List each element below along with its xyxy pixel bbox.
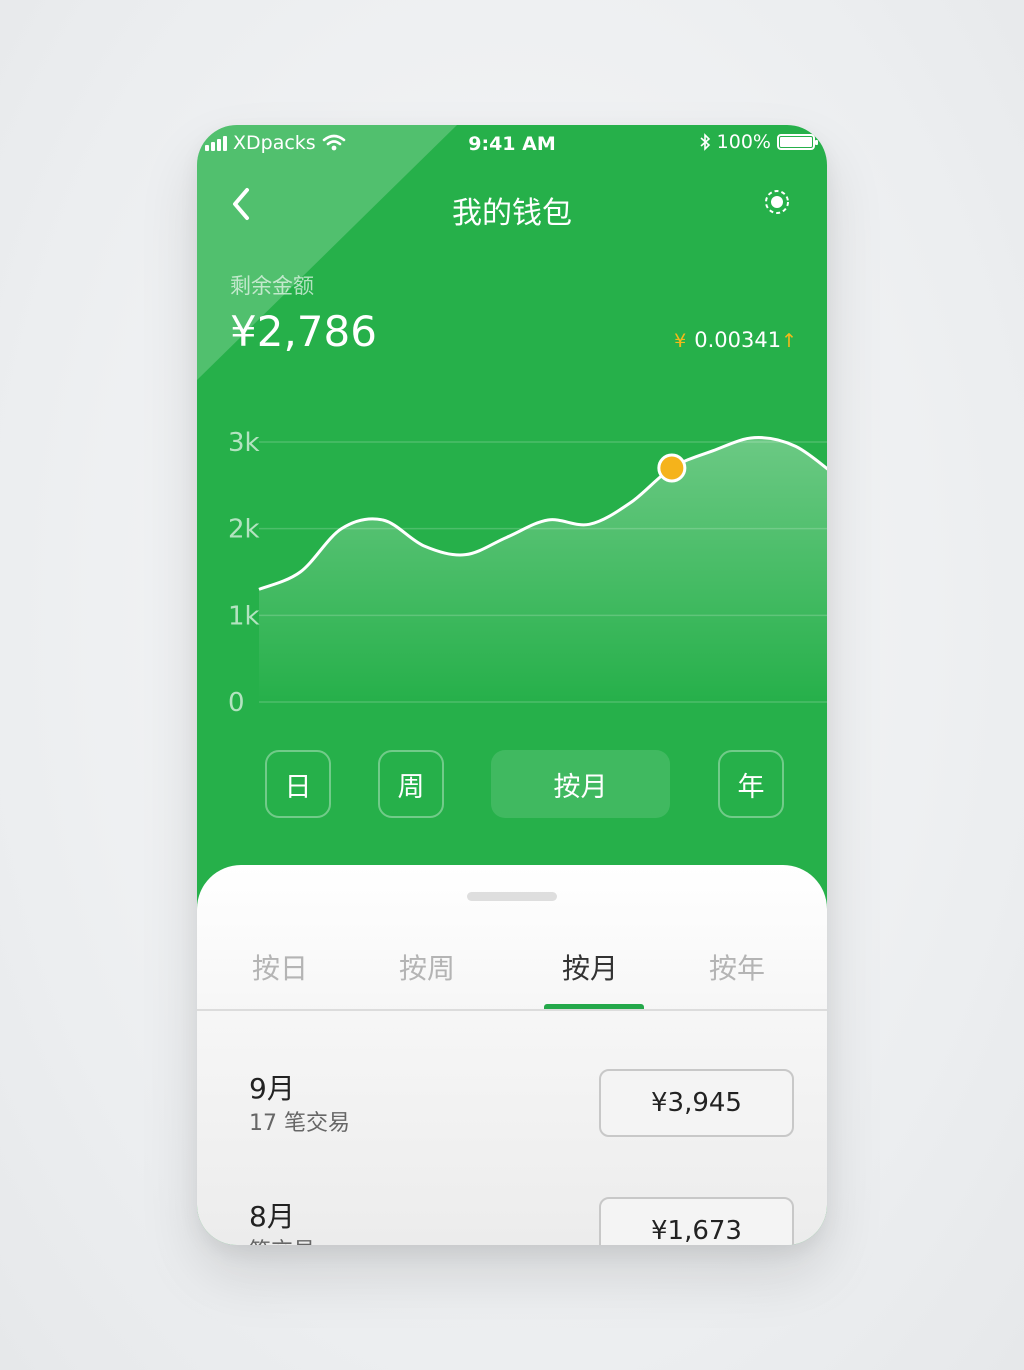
chart-area bbox=[259, 437, 827, 702]
row-count: 17 笔交易 bbox=[249, 1111, 350, 1136]
row-amount-button[interactable]: ¥3,945 bbox=[599, 1069, 794, 1137]
page-title: 我的钱包 bbox=[452, 196, 572, 231]
balance-amount: ¥2,786 bbox=[230, 307, 377, 356]
row-month: 8月 bbox=[249, 1200, 295, 1233]
balance-label: 剩余金额 bbox=[230, 274, 314, 298]
change-value: 0.00341 bbox=[694, 328, 782, 352]
up-arrow-icon: ↑ bbox=[781, 330, 797, 352]
tab-by-week[interactable]: 按周 bbox=[352, 947, 502, 987]
tab-by-month[interactable]: 按月 bbox=[515, 947, 665, 987]
battery-icon bbox=[777, 134, 818, 150]
status-right: 100% bbox=[699, 131, 818, 153]
period-month-button[interactable]: 按月 bbox=[491, 750, 670, 818]
y-tick-label: 0 bbox=[228, 688, 245, 718]
row-month: 9月 bbox=[249, 1072, 295, 1105]
list-item[interactable]: 9月 17 笔交易 ¥3,945 bbox=[197, 1067, 827, 1157]
tab-bar: 按日 按周 按月 按年 bbox=[197, 947, 827, 1009]
row-count: 笔交易 bbox=[249, 1233, 315, 1245]
tab-by-year[interactable]: 按年 bbox=[662, 947, 812, 987]
y-tick-label: 3k bbox=[228, 428, 260, 458]
status-bar: XDpacks 9:41 AM 100% bbox=[197, 125, 827, 161]
change-currency: ¥ bbox=[674, 330, 687, 352]
chart-highlight-point[interactable] bbox=[657, 453, 687, 483]
balance-chart: 3k 2k 1k 0 bbox=[228, 428, 827, 718]
navigation-bar: 我的钱包 bbox=[197, 180, 827, 231]
settings-target-icon[interactable] bbox=[763, 188, 791, 216]
sheet-drag-handle[interactable] bbox=[467, 892, 557, 901]
y-tick-label: 1k bbox=[228, 601, 260, 631]
phone-frame: XDpacks 9:41 AM 100% 我的钱包 剩余金额 ¥2,786 ¥ … bbox=[197, 125, 827, 1245]
transactions-sheet: 按日 按周 按月 按年 9月 17 笔交易 ¥3,945 8月 笔交易 ¥1,6… bbox=[197, 865, 827, 1245]
period-week-button[interactable]: 周 bbox=[378, 750, 444, 818]
balance-change: ¥ 0.00341 ↑ bbox=[674, 328, 797, 352]
bluetooth-icon bbox=[700, 133, 710, 151]
tab-by-day[interactable]: 按日 bbox=[205, 947, 355, 987]
list-item[interactable]: 8月 笔交易 ¥1,673 bbox=[197, 1195, 827, 1245]
y-tick-label: 2k bbox=[228, 515, 260, 545]
battery-percent: 100% bbox=[716, 131, 771, 153]
row-amount-button[interactable]: ¥1,673 bbox=[599, 1197, 794, 1245]
period-selector: 日 周 按月 年 bbox=[197, 750, 827, 818]
tab-divider bbox=[197, 1009, 827, 1011]
period-year-button[interactable]: 年 bbox=[718, 750, 784, 818]
period-day-button[interactable]: 日 bbox=[265, 750, 331, 818]
